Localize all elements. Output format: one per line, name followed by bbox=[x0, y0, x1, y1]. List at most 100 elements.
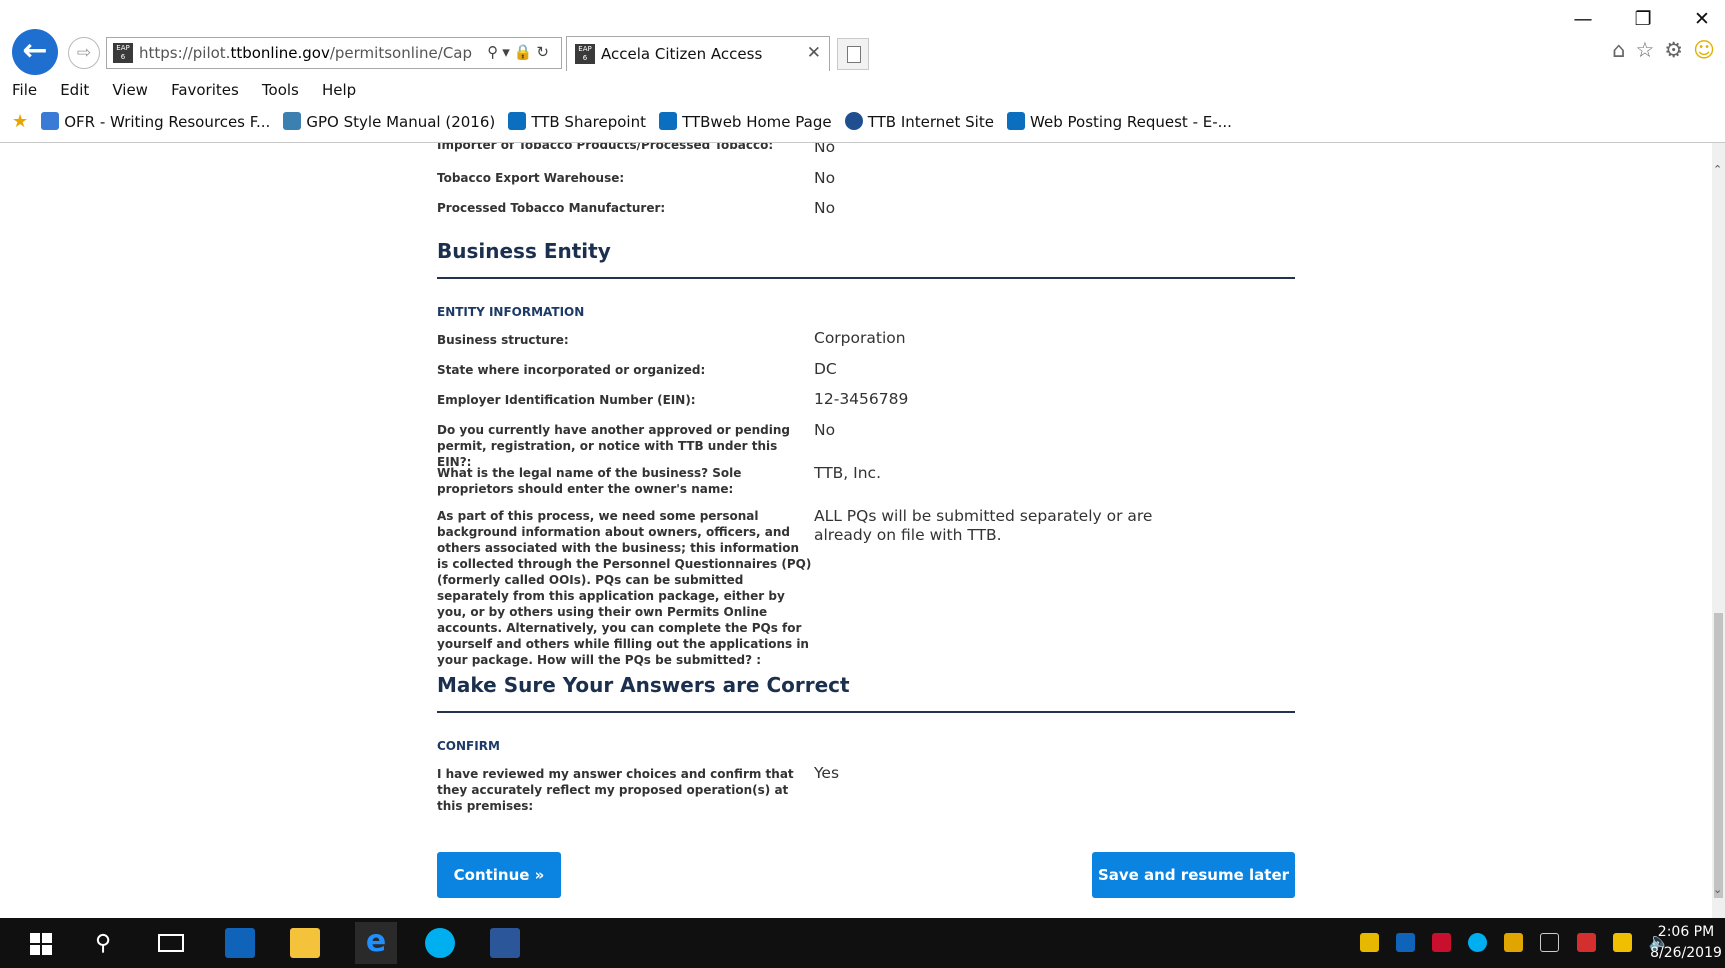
battery-alert-icon[interactable] bbox=[1576, 933, 1596, 952]
ofr-icon bbox=[41, 112, 60, 130]
arrow-left-icon: ← bbox=[22, 33, 48, 68]
settings-gear-icon[interactable]: ⚙ bbox=[1664, 38, 1693, 62]
section-title-confirm: Make Sure Your Answers are Correct bbox=[437, 673, 850, 697]
ttb-seal-icon bbox=[844, 112, 863, 130]
close-window-button[interactable]: ✕ bbox=[1687, 6, 1717, 32]
refresh-icon[interactable]: ↻ bbox=[536, 43, 553, 61]
outlook-icon[interactable] bbox=[225, 928, 255, 958]
gpo-icon bbox=[283, 112, 302, 130]
fav-ttb-internet[interactable]: TTB Internet Site bbox=[844, 112, 994, 131]
scroll-thumb[interactable] bbox=[1714, 613, 1723, 898]
skype-icon[interactable] bbox=[425, 928, 455, 958]
usb-device-icon[interactable] bbox=[1540, 933, 1560, 952]
question-label: Importer of Tobacco Products/Processed T… bbox=[437, 143, 774, 152]
fav-ttbweb-home[interactable]: TTBweb Home Page bbox=[659, 112, 832, 131]
arrow-right-icon: ⇨ bbox=[76, 43, 92, 63]
fav-ttb-sharepoint[interactable]: TTB Sharepoint bbox=[508, 112, 646, 131]
page-content: Importer of Tobacco Products/Processed T… bbox=[0, 143, 1712, 918]
sync-icon[interactable] bbox=[1504, 933, 1524, 952]
address-actions: ⚲▾🔒↻ bbox=[487, 43, 553, 61]
scroll-up-icon[interactable]: ⌃ bbox=[1713, 163, 1722, 176]
question-label: Employer Identification Number (EIN): bbox=[437, 393, 696, 407]
fav-web-posting[interactable]: Web Posting Request - E-... bbox=[1007, 112, 1232, 131]
new-tab-button[interactable] bbox=[837, 38, 869, 70]
section-divider bbox=[437, 711, 1295, 713]
subheading-entity-information: ENTITY INFORMATION bbox=[437, 305, 585, 319]
answer-value: TTB, Inc. bbox=[814, 464, 881, 482]
answer-value: Yes bbox=[814, 764, 840, 782]
answer-value: No bbox=[814, 143, 836, 156]
question-label: Do you currently have another approved o… bbox=[437, 423, 790, 469]
answer-value: DC bbox=[814, 360, 837, 378]
address-bar[interactable]: EAP 6 https://pilot.ttbonline.gov/permits… bbox=[106, 37, 562, 69]
toolbar-right-icons: ⌂☆⚙☺ bbox=[1612, 38, 1725, 62]
favorites-bar: ★ OFR - Writing Resources F... GPO Style… bbox=[12, 111, 1240, 133]
word-icon[interactable] bbox=[490, 928, 520, 958]
internet-explorer-icon[interactable]: e bbox=[355, 922, 397, 964]
answer-value: No bbox=[814, 421, 836, 439]
clock-date[interactable]: 8/26/2019 bbox=[1650, 945, 1722, 961]
question-label: I have reviewed my answer choices and co… bbox=[437, 767, 794, 813]
answer-value: Corporation bbox=[814, 329, 906, 347]
outlook-tray-icon[interactable] bbox=[1396, 933, 1416, 952]
site-favicon-icon: EAP 6 bbox=[113, 43, 133, 63]
smiley-feedback-icon[interactable]: ☺ bbox=[1693, 38, 1725, 62]
continue-button[interactable]: Continue » bbox=[437, 852, 561, 898]
menu-tools[interactable]: Tools bbox=[262, 81, 299, 99]
skype-tray-icon[interactable] bbox=[1468, 933, 1488, 952]
minimize-button[interactable]: — bbox=[1568, 6, 1598, 32]
mail-icon[interactable] bbox=[1360, 933, 1379, 952]
section-divider bbox=[437, 277, 1295, 279]
answer-value: ALL PQs will be submitted separately or … bbox=[814, 507, 1153, 544]
sharepoint-icon bbox=[659, 112, 678, 130]
back-button[interactable]: ← bbox=[12, 29, 58, 75]
close-tab-icon[interactable]: ✕ bbox=[807, 43, 821, 63]
answer-value: 12-3456789 bbox=[814, 390, 909, 408]
system-tray: 🔈 bbox=[1360, 932, 1670, 954]
answer-value: No bbox=[814, 199, 836, 217]
question-label: As part of this process, we need some pe… bbox=[437, 509, 812, 667]
question-label: State where incorporated or organized: bbox=[437, 363, 706, 377]
dropdown-icon[interactable]: ▾ bbox=[502, 43, 514, 61]
fav-ofr-writing[interactable]: OFR - Writing Resources F... bbox=[41, 112, 270, 131]
file-explorer-icon[interactable] bbox=[290, 928, 320, 958]
fav-gpo-style[interactable]: GPO Style Manual (2016) bbox=[283, 112, 495, 131]
home-icon[interactable]: ⌂ bbox=[1612, 38, 1635, 62]
menu-file[interactable]: File bbox=[12, 81, 37, 99]
address-url[interactable]: https://pilot.ttbonline.gov/permitsonlin… bbox=[139, 44, 472, 62]
lock-icon[interactable]: 🔒 bbox=[514, 43, 537, 61]
menu-view[interactable]: View bbox=[112, 81, 148, 99]
vertical-scrollbar[interactable]: ⌃ ⌄ bbox=[1712, 143, 1725, 918]
tab-accela-citizen-access[interactable]: EAP 6 Accela Citizen Access ✕ bbox=[566, 36, 830, 71]
section-title-business-entity: Business Entity bbox=[437, 239, 611, 263]
forward-button[interactable]: ⇨ bbox=[68, 37, 100, 69]
tab-title: Accela Citizen Access bbox=[601, 45, 763, 63]
scroll-down-icon[interactable]: ⌄ bbox=[1713, 883, 1722, 896]
menu-favorites[interactable]: Favorites bbox=[171, 81, 239, 99]
save-and-resume-button[interactable]: Save and resume later bbox=[1092, 852, 1295, 898]
question-label: Tobacco Export Warehouse: bbox=[437, 171, 625, 185]
subheading-confirm: CONFIRM bbox=[437, 739, 500, 753]
question-label: What is the legal name of the business? … bbox=[437, 466, 742, 496]
sharepoint-icon bbox=[508, 112, 527, 130]
question-label: Business structure: bbox=[437, 333, 569, 347]
sharepoint-icon bbox=[1007, 112, 1026, 130]
menu-edit[interactable]: Edit bbox=[60, 81, 89, 99]
windows-start-icon[interactable] bbox=[30, 933, 52, 955]
browser-chrome: — ❐ ✕ ← ⇨ EAP 6 https://pilot.ttbonline.g… bbox=[0, 0, 1725, 143]
clock-time[interactable]: 2:06 PM bbox=[1650, 924, 1722, 940]
mcafee-icon[interactable] bbox=[1432, 933, 1452, 952]
answer-value: No bbox=[814, 169, 836, 187]
add-favorite-star-icon[interactable]: ★ bbox=[12, 111, 28, 132]
windows-taskbar: ⚲ e 🔈 2:06 PM 8/26/2019 bbox=[0, 918, 1725, 968]
favorites-star-icon[interactable]: ☆ bbox=[1635, 38, 1664, 62]
menu-bar: File Edit View Favorites Tools Help bbox=[12, 80, 374, 100]
notes-icon[interactable] bbox=[1612, 933, 1632, 952]
menu-help[interactable]: Help bbox=[322, 81, 356, 99]
question-label: Processed Tobacco Manufacturer: bbox=[437, 201, 666, 215]
search-icon[interactable]: ⚲ bbox=[95, 931, 125, 961]
search-icon[interactable]: ⚲ bbox=[487, 43, 502, 61]
tab-favicon-icon: EAP 6 bbox=[575, 44, 595, 64]
restore-button[interactable]: ❐ bbox=[1628, 6, 1658, 32]
task-view-icon[interactable] bbox=[158, 934, 184, 952]
